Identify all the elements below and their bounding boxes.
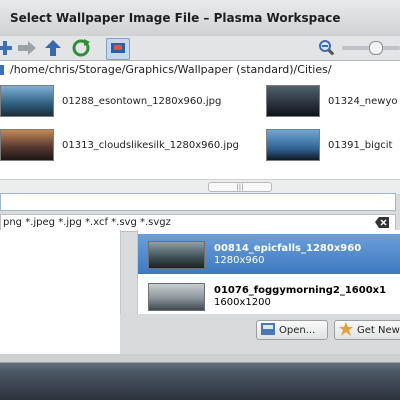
- wallpaper-thumbnail: [148, 283, 205, 311]
- location-path: /home/chris/Storage/Graphics/Wallpaper (…: [10, 63, 332, 76]
- location-bar[interactable]: /home/chris/Storage/Graphics/Wallpaper (…: [0, 60, 400, 80]
- preview-icon[interactable]: [106, 38, 130, 60]
- thumbnail-image: [0, 129, 54, 161]
- file-item[interactable]: 01324_newyo: [266, 85, 398, 117]
- wallpaper-dimensions: 1280x960: [214, 255, 265, 266]
- places-pane[interactable]: [0, 230, 121, 354]
- file-icon-view[interactable]: 01288_esontown_1280x960.jpg 01324_newyo …: [0, 79, 400, 179]
- wallpaper-item[interactable]: 00814_epicfalls_1280x960 1280x960: [138, 234, 400, 274]
- file-name-input[interactable]: [0, 193, 396, 211]
- desktop-background: [0, 354, 400, 400]
- location-icon: [0, 65, 4, 75]
- wallpaper-thumbnail: [148, 241, 205, 269]
- button-bar: Open... Get New: [120, 314, 400, 354]
- get-new-label: Get New: [357, 324, 400, 336]
- thumbnail-image: [0, 85, 54, 117]
- title-bar: Select Wallpaper Image File – Plasma Wor…: [0, 0, 400, 37]
- forward-arrow-icon[interactable]: [18, 39, 36, 57]
- window-bottom-edge: [0, 354, 400, 363]
- thumbnail-image: [266, 129, 320, 161]
- open-icon: [261, 322, 275, 338]
- window-title: Select Wallpaper Image File – Plasma Wor…: [10, 11, 341, 25]
- file-name: 01391_bigcit: [328, 139, 393, 151]
- file-name: 01313_cloudslikesilk_1280x960.jpg: [62, 139, 239, 151]
- toolbar: [0, 36, 400, 60]
- file-item[interactable]: 01288_esontown_1280x960.jpg: [0, 85, 221, 117]
- scrollbar-handle[interactable]: |||: [208, 182, 272, 192]
- zoom-slider[interactable]: [342, 41, 400, 55]
- zoom-out-icon[interactable]: [318, 39, 336, 57]
- wallpaper-dimensions: 1600x1200: [214, 297, 271, 308]
- get-new-button[interactable]: Get New: [334, 320, 400, 340]
- star-icon: [339, 321, 353, 339]
- open-label: Open...: [279, 324, 316, 336]
- add-icon[interactable]: [0, 39, 14, 57]
- file-name: 01324_newyo: [328, 95, 398, 107]
- file-item[interactable]: 01391_bigcit: [266, 129, 392, 161]
- wallpaper-name: 01076_foggymorning2_1600x1: [214, 285, 387, 296]
- open-button[interactable]: Open...: [256, 320, 328, 340]
- file-name: 01288_esontown_1280x960.jpg: [62, 95, 222, 107]
- wallpaper-item[interactable]: 01076_foggymorning2_1600x1 1600x1200: [138, 276, 400, 316]
- filter-text: png *.jpeg *.jpg *.xcf *.svg *.svgz: [3, 217, 171, 228]
- up-arrow-icon[interactable]: [44, 39, 62, 57]
- horizontal-scrollbar[interactable]: |||: [0, 179, 400, 194]
- thumbnail-image: [266, 85, 320, 117]
- reload-icon[interactable]: [72, 39, 90, 57]
- zoom-slider-handle[interactable]: [369, 41, 383, 55]
- wallpaper-list[interactable]: 00814_epicfalls_1280x960 1280x960 01076_…: [137, 230, 400, 314]
- file-item[interactable]: 01313_cloudslikesilk_1280x960.jpg: [0, 129, 239, 161]
- wallpaper-name: 00814_epicfalls_1280x960: [214, 243, 362, 254]
